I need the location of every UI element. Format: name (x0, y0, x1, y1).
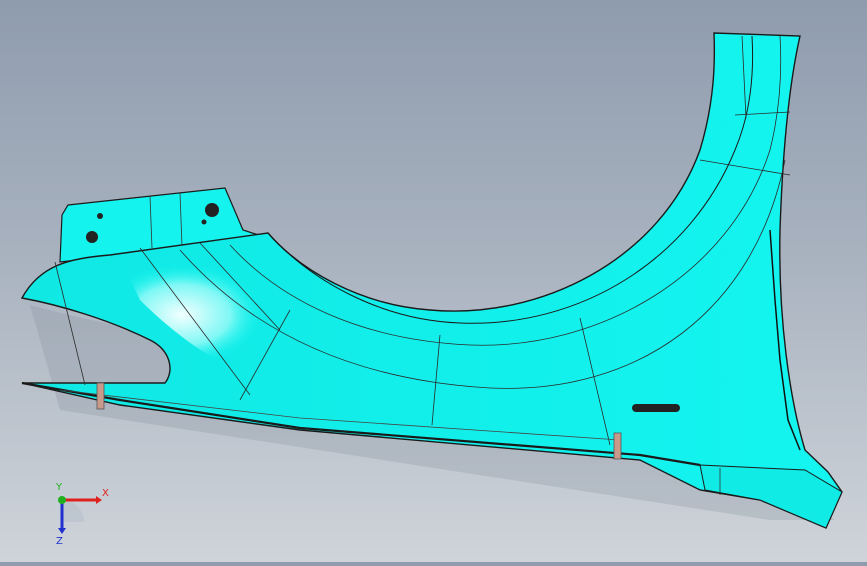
mount-hole (201, 219, 207, 225)
y-axis-dot (58, 496, 66, 504)
fender-part-model[interactable] (0, 0, 867, 562)
mount-hole (86, 231, 98, 243)
z-axis-label: Z (56, 536, 63, 547)
side-slot (632, 404, 680, 412)
mount-hole (97, 213, 103, 219)
x-axis-label: X (102, 488, 109, 499)
y-axis-label: Y (55, 482, 63, 493)
3d-viewport[interactable]: X Y Z (0, 0, 867, 562)
mount-hole (205, 203, 219, 217)
clip (613, 432, 622, 460)
coordinate-triad: X Y Z (55, 482, 109, 547)
clip (96, 382, 105, 410)
